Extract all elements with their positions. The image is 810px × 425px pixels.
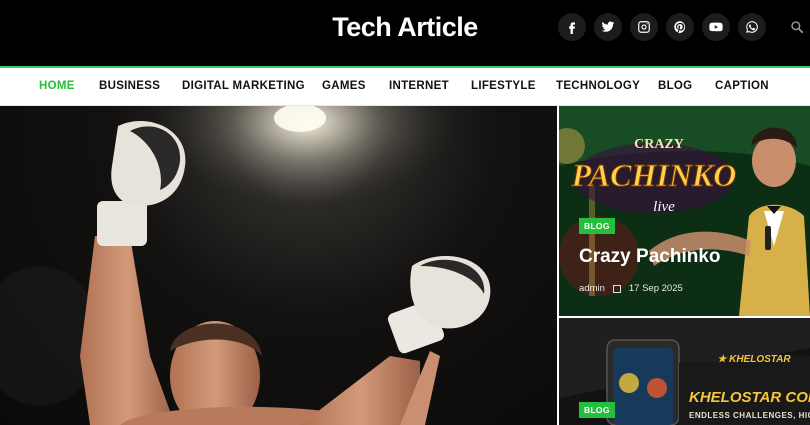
nav-item-digital-marketing[interactable]: DIGITAL MARKETING [182, 80, 305, 92]
facebook-icon[interactable] [558, 13, 586, 41]
twitter-icon[interactable] [594, 13, 622, 41]
pinterest-icon[interactable] [666, 13, 694, 41]
art-subtitle: ENDLESS CHALLENGES, HIG [689, 411, 810, 420]
nav-item-blog[interactable]: BLOG [658, 80, 692, 92]
post-title[interactable]: Crazy Pachinko [579, 246, 721, 268]
search-icon[interactable] [790, 20, 804, 34]
boxer-illustration [0, 106, 557, 425]
post-card-crazy-pachinko[interactable]: CRAZY PACHINKO live BLOG Crazy Pachinko … [559, 106, 810, 316]
post-author[interactable]: admin [579, 283, 605, 294]
instagram-icon[interactable] [630, 13, 658, 41]
site-header: Tech Article [0, 0, 810, 66]
youtube-icon[interactable] [702, 13, 730, 41]
category-tag[interactable]: BLOG [579, 218, 615, 234]
main-nav: HOME BUSINESS DIGITAL MARKETING GAMES IN… [0, 68, 810, 106]
post-meta: admin 17 Sep 2025 [579, 283, 683, 294]
nav-item-business[interactable]: BUSINESS [99, 80, 160, 92]
art-logo-live: live [653, 199, 675, 215]
nav-item-internet[interactable]: INTERNET [389, 80, 449, 92]
whatsapp-icon[interactable] [738, 13, 766, 41]
post-card-khelostar[interactable]: ★ KHELOSTAR KHELOSTAR CONTEST P ENDLESS … [559, 318, 810, 425]
social-links [558, 13, 766, 41]
nav-item-caption[interactable]: CAPTION [715, 80, 769, 92]
nav-item-home[interactable]: HOME [39, 80, 75, 92]
art-logo-top: CRAZY [634, 137, 684, 152]
art-logo-main: KHELOSTAR CONTEST P [689, 389, 810, 406]
post-date: 17 Sep 2025 [628, 283, 683, 294]
nav-item-lifestyle[interactable]: LIFESTYLE [471, 80, 536, 92]
featured-hero-image[interactable] [0, 106, 557, 425]
art-logo-main: PACHINKO [571, 157, 737, 193]
nav-item-technology[interactable]: TECHNOLOGY [556, 80, 640, 92]
category-tag[interactable]: BLOG [579, 402, 615, 418]
nav-item-games[interactable]: GAMES [322, 80, 366, 92]
calendar-icon [612, 284, 621, 293]
art-brand: ★ KHELOSTAR [717, 354, 791, 365]
